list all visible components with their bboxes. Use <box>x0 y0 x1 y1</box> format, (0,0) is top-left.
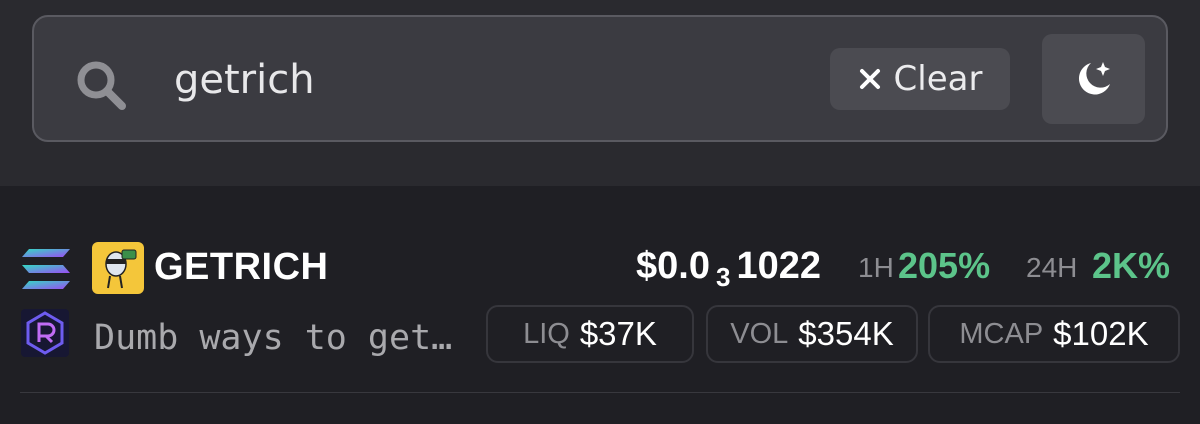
liquidity-value: $37K <box>579 315 657 352</box>
price-zero-count: 3 <box>715 262 731 292</box>
moon-star-icon <box>1078 62 1110 95</box>
token-symbol: GETRICH <box>154 246 329 288</box>
token-description: Dumb ways to get… <box>94 318 453 358</box>
liquidity-stat: LIQ $37K <box>486 305 694 363</box>
row-divider <box>20 392 1180 393</box>
volume-value: $354K <box>798 315 894 352</box>
token-avatar <box>92 242 144 294</box>
token-price: $0.0 3 1022 <box>636 242 821 293</box>
volume-label: VOL <box>730 317 789 350</box>
change-1h-label: 1H <box>858 252 894 283</box>
price-prefix: $0.0 <box>636 245 710 287</box>
solana-icon <box>22 249 70 289</box>
change-24h-label: 24H <box>1026 252 1078 283</box>
search-input[interactable] <box>174 52 794 108</box>
change-1h-value: 205% <box>898 245 991 286</box>
raydium-icon <box>21 309 69 357</box>
market-cap-label: MCAP <box>959 317 1044 350</box>
theme-toggle-button[interactable] <box>1042 34 1145 124</box>
clear-button[interactable]: Clear <box>830 48 1010 110</box>
clear-button-label: Clear <box>893 59 983 99</box>
change-24h-value: 2K% <box>1092 245 1171 286</box>
price-digits: 1022 <box>736 245 821 287</box>
market-cap-value: $102K <box>1053 315 1149 352</box>
volume-stat: VOL $354K <box>706 305 918 363</box>
market-cap-stat: MCAP $102K <box>928 305 1180 363</box>
search-icon <box>77 61 126 110</box>
close-icon <box>859 69 880 89</box>
liquidity-label: LIQ <box>523 317 570 350</box>
